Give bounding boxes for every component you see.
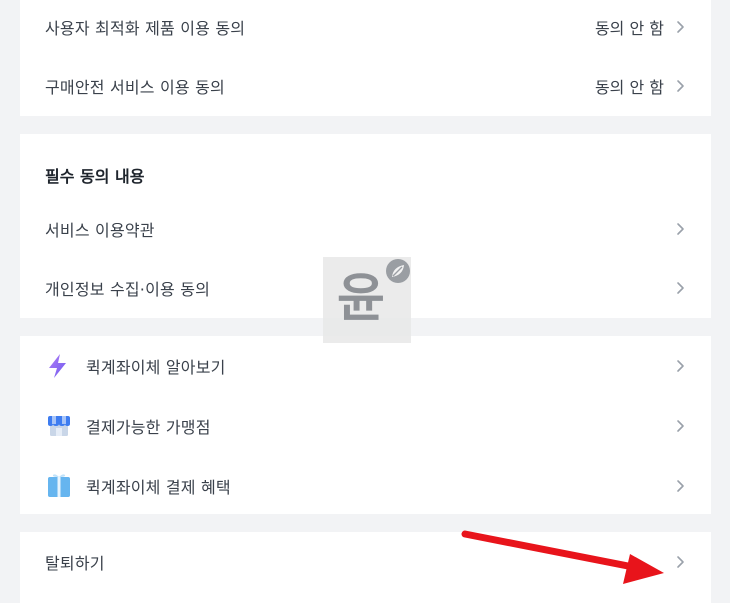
quick-item-merchants[interactable]: 결제가능한 가맹점 <box>20 396 711 456</box>
required-item-terms[interactable]: 서비스 이용약관 <box>20 199 711 259</box>
chevron-right-icon <box>673 555 687 569</box>
consent-status: 동의 안 함 <box>594 19 664 38</box>
quick-item-benefits[interactable]: 퀵계좌이체 결제 혜택 <box>20 456 711 516</box>
gift-icon <box>46 473 70 499</box>
quick-transfer-card: 퀵계좌이체 알아보기 결제가능한 가맹점 퀵계좌이체 결제 혜택 <box>20 336 711 514</box>
store-icon <box>46 413 70 439</box>
chevron-right-icon <box>673 281 687 295</box>
quick-item-learn[interactable]: 퀵계좌이체 알아보기 <box>20 336 711 396</box>
quick-item-label: 퀵계좌이체 알아보기 <box>86 358 226 377</box>
lightning-icon <box>46 353 70 379</box>
withdraw-card: 탈퇴하기 <box>20 532 711 603</box>
withdraw-label: 탈퇴하기 <box>45 554 105 573</box>
chevron-right-icon <box>673 359 687 373</box>
required-item-label: 서비스 이용약관 <box>45 221 155 240</box>
chevron-right-icon <box>673 20 687 34</box>
withdraw-row[interactable]: 탈퇴하기 <box>20 532 711 592</box>
required-item-label: 개인정보 수집·이용 동의 <box>45 280 211 299</box>
consent-status: 동의 안 함 <box>594 78 664 97</box>
chevron-right-icon <box>673 222 687 236</box>
watermark-logo: 윤 <box>323 257 411 343</box>
consent-label: 구매안전 서비스 이용 동의 <box>45 78 225 97</box>
consent-card: 사용자 최적화 제품 이용 동의 동의 안 함 구매안전 서비스 이용 동의 동… <box>20 0 711 116</box>
quick-item-label: 결제가능한 가맹점 <box>86 418 211 437</box>
consent-label: 사용자 최적화 제품 이용 동의 <box>45 19 246 38</box>
quick-item-label: 퀵계좌이체 결제 혜택 <box>86 478 231 497</box>
section-title: 필수 동의 내용 <box>45 167 145 186</box>
consent-row-purchase-safety[interactable]: 구매안전 서비스 이용 동의 동의 안 함 <box>20 56 711 116</box>
chevron-right-icon <box>673 419 687 433</box>
leaf-icon <box>386 259 410 283</box>
chevron-right-icon <box>673 479 687 493</box>
chevron-right-icon <box>673 79 687 93</box>
consent-row-optimization[interactable]: 사용자 최적화 제품 이용 동의 동의 안 함 <box>20 0 711 57</box>
watermark-text: 윤 <box>337 269 385 329</box>
